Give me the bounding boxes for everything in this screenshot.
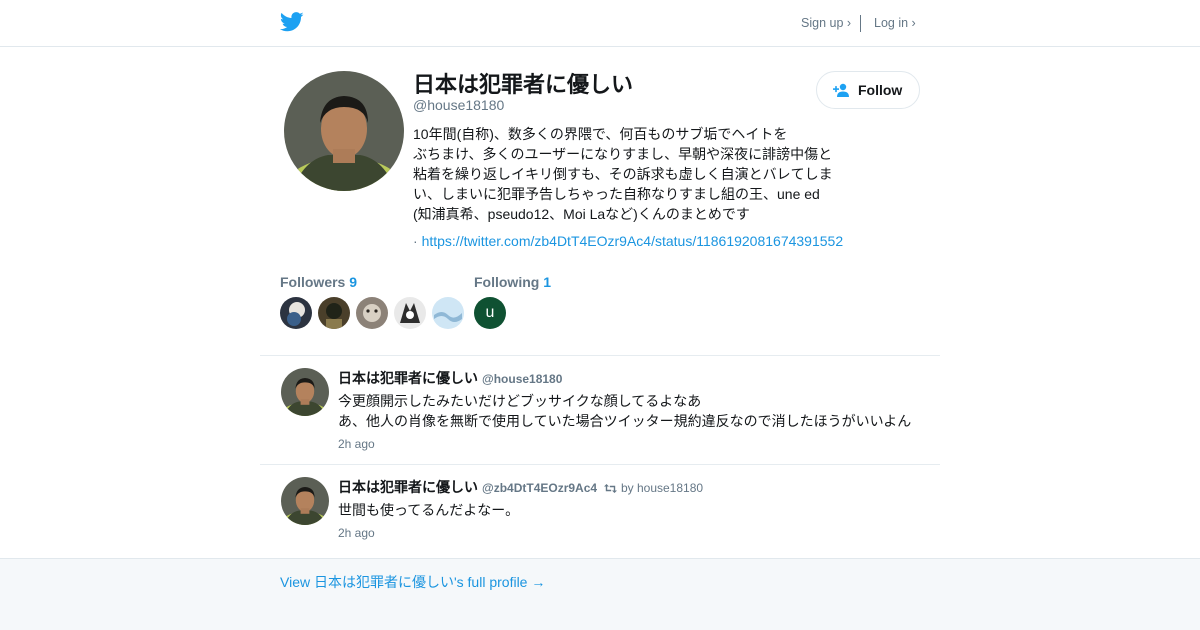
tweet[interactable]: 日本は犯罪者に優しい @house18180 今更顔開示したみたいだけどブッサイク… [260,355,940,465]
tweet-author-handle[interactable]: @zb4DtT4EOzr9Ac4 [482,481,597,495]
tweet-text-line: 世間も使ってるんだよなー。 [338,502,520,518]
following-avatars: u [474,297,506,329]
follower-avatar[interactable] [280,297,312,329]
followers-avatars [280,297,464,329]
follow-label: Follow [858,82,903,98]
followers-label: Followers [280,274,346,290]
retweet-icon [603,484,617,493]
follower-avatar[interactable] [394,297,426,329]
tweet-header: 日本は犯罪者に優しい @zb4DtT4EOzr9Ac4 by house18180 [338,477,703,497]
profile-link-row: · https://twitter.com/zb4DtT4EOzr9Ac4/st… [413,233,843,249]
profile-footer: View 日本は犯罪者に優しい's full profile → [0,558,1200,630]
tweet-author-name[interactable]: 日本は犯罪者に優しい [338,479,478,495]
bio-line: い、しまいに犯罪予告しちゃった自称なりすまし組の王、une ed [413,186,820,202]
tweet[interactable]: 日本は犯罪者に優しい @zb4DtT4EOzr9Ac4 by house18180… [260,464,940,559]
following-count: 1 [543,274,552,290]
tweet-timestamp[interactable]: 2h ago [338,526,375,540]
profile-name: 日本は犯罪者に優しい [413,72,634,97]
tweet-header: 日本は犯罪者に優しい @house18180 [338,368,562,388]
nav-divider [860,15,861,32]
follower-avatar[interactable] [432,297,464,329]
tweet-author-handle[interactable]: @house18180 [482,372,562,386]
tweet-text: 今更顔開示したみたいだけどブッサイクな顔してるよなあ あ、他人の肖像を無断で使用… [338,391,911,431]
followers-stat[interactable]: Followers 9 [280,274,357,290]
follower-avatar[interactable] [356,297,388,329]
bio-line: (知浦真希、pseudo12、Moi Laなど)くんのまとめです [413,206,750,222]
following-label: Following [474,274,540,290]
tweet-avatar[interactable] [281,477,329,525]
following-stat[interactable]: Following 1 [474,274,551,290]
follow-button[interactable]: Follow [816,71,920,109]
log-in-link[interactable]: Log in › [874,16,916,30]
tweet-text-line: 今更顔開示したみたいだけどブッサイクな顔してるよなあ [338,393,702,409]
tweet-text-line: あ、他人の肖像を無断で使用していた場合ツイッター規約違反なので消したほうがいいよ… [338,413,912,429]
add-user-icon [833,83,849,97]
profile-url-link[interactable]: https://twitter.com/zb4DtT4EOzr9Ac4/stat… [422,233,844,249]
followers-count: 9 [349,274,358,290]
link-bullet: · [413,233,418,249]
tweet-author-name[interactable]: 日本は犯罪者に優しい [338,370,478,386]
profile-avatar[interactable] [284,71,404,191]
following-avatar[interactable]: u [474,297,506,329]
profile-handle: @house18180 [413,97,505,113]
retweeted-by[interactable]: by house18180 [621,481,703,495]
bio-line: 10年間(自称)、数多くの界隈で、何百ものサブ垢でヘイトを [413,126,788,142]
view-full-profile-link[interactable]: View 日本は犯罪者に優しい's full profile → [280,572,545,592]
top-navigation-bar: Sign up › Log in › [0,0,1200,47]
bio-line: 粘着を繰り返しイキリ倒すも、その訴求も虚しく自演とバレてしま [413,166,833,182]
follower-avatar[interactable] [318,297,350,329]
tweet-avatar[interactable] [281,368,329,416]
sign-up-link[interactable]: Sign up › [801,16,851,30]
profile-bio: 10年間(自称)、数多くの界隈で、何百ものサブ垢でヘイトを ぶちまけ、多くのユー… [413,124,843,224]
tweet-text: 世間も使ってるんだよなー。 [338,500,519,520]
tweet-timestamp[interactable]: 2h ago [338,437,375,451]
twitter-bird-icon[interactable] [280,11,304,33]
bio-line: ぶちまけ、多くのユーザーになりすまし、早朝や深夜に誹謗中傷と [413,146,833,162]
